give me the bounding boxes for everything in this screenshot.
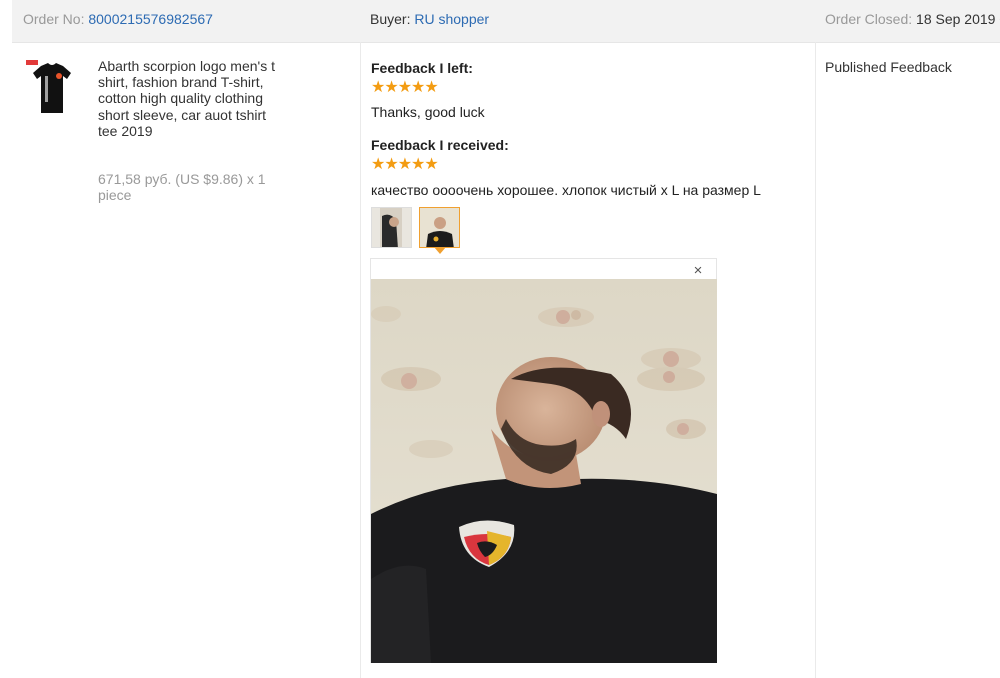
buyer-info: Buyer: RU shopper [370, 11, 489, 27]
feedback-left-stars: ★★★★★ [371, 79, 439, 96]
order-number-link[interactable]: 8000215576982567 [88, 11, 213, 27]
product-thumbnail[interactable] [23, 58, 81, 116]
active-thumbnail-pointer [434, 247, 446, 254]
order-closed-date: 18 Sep 2019 0 [916, 11, 1000, 27]
review-photo-image [371, 279, 717, 663]
buyer-link[interactable]: RU shopper [414, 11, 489, 27]
order-number-label: Order No: [23, 11, 85, 27]
column-divider [360, 42, 361, 678]
feedback-received-stars: ★★★★★ [371, 156, 439, 173]
photo-thumbnail-image [420, 208, 459, 247]
feedback-left-heading: Feedback I left: [371, 60, 473, 76]
tshirt-image [26, 60, 71, 113]
feedback-received-text: качество оооочень хорошее. хлопок чистый… [371, 182, 761, 198]
buyer-label: Buyer: [370, 11, 411, 27]
feedback-left-text: Thanks, good luck [371, 104, 485, 120]
order-number: Order No: 8000215576982567 [23, 11, 213, 27]
feedback-received-heading: Feedback I received: [371, 137, 509, 153]
column-divider [815, 42, 816, 678]
order-closed: Order Closed: 18 Sep 2019 0 [825, 11, 1000, 27]
photo-thumbnail-image [372, 208, 411, 247]
review-photo-large [371, 279, 717, 663]
order-closed-label: Order Closed: [825, 11, 913, 27]
close-icon[interactable]: × [689, 262, 707, 280]
review-photo-thumbnail-2[interactable] [419, 207, 460, 248]
product-title[interactable]: Abarth scorpion logo men's t shirt, fash… [98, 58, 278, 139]
feedback-status: Published Feedback [825, 59, 952, 75]
product-price: 671,58 руб. (US $9.86) x 1 piece [98, 171, 266, 204]
review-photo-thumbnail-1[interactable] [371, 207, 412, 248]
